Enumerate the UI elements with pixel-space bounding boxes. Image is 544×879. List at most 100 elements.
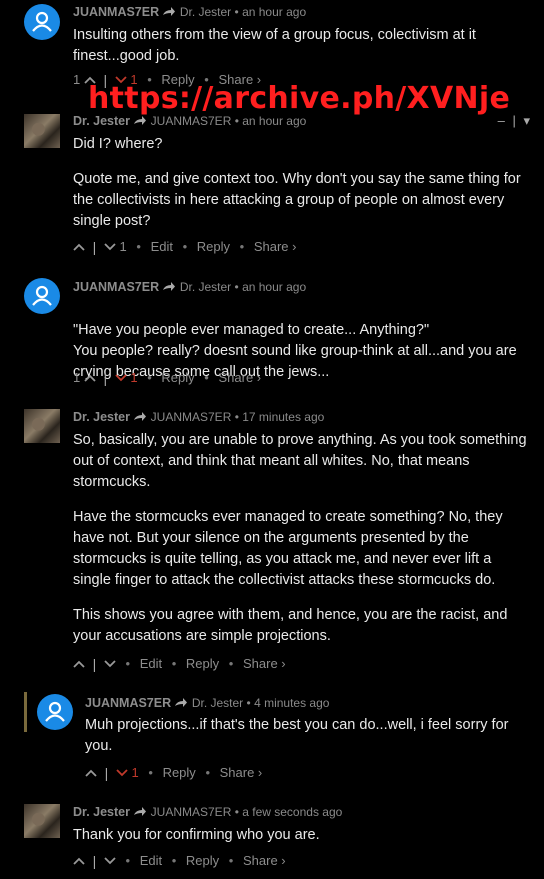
downvote-button[interactable] xyxy=(104,239,116,254)
upvote-button[interactable] xyxy=(73,656,85,671)
vote-divider: | xyxy=(104,764,109,781)
reply-target[interactable]: JUANMAS7ER xyxy=(151,114,232,128)
collapse-button[interactable]: – xyxy=(498,113,505,128)
comment-header: JUANMAS7ER Dr. Jester • 4 minutes ago xyxy=(85,696,329,710)
reply-button[interactable]: Reply xyxy=(186,853,219,868)
highlight-bar xyxy=(24,692,27,732)
comment-header: Dr. Jester JUANMAS7ER • an hour ago xyxy=(73,114,306,128)
comment-actions: | 1 • Reply • Share › xyxy=(85,764,262,781)
user-icon xyxy=(32,285,52,306)
share-button[interactable]: Share › xyxy=(254,239,297,254)
collapse-controls: – | ▾ xyxy=(498,113,530,129)
edit-button[interactable]: Edit xyxy=(151,239,173,254)
comment-body: So, basically, you are unable to prove a… xyxy=(73,430,528,661)
avatar[interactable] xyxy=(24,114,60,148)
comment-paragraph: Insulting others from the view of a grou… xyxy=(73,27,476,64)
chevron-up-icon xyxy=(84,374,96,382)
author-name[interactable]: JUANMAS7ER xyxy=(73,280,159,294)
reply-arrow-icon xyxy=(134,412,147,421)
comment-header: JUANMAS7ER Dr. Jester • an hour ago xyxy=(73,280,306,294)
reply-arrow-icon xyxy=(134,116,147,125)
downvote-button[interactable] xyxy=(115,370,127,385)
collapse-divider: | xyxy=(512,113,516,128)
reply-arrow-icon xyxy=(134,807,147,816)
upvote-count: 1 xyxy=(73,370,81,386)
timestamp[interactable]: • an hour ago xyxy=(235,280,307,294)
comment-actions: 1 | 1 • Reply • Share › xyxy=(73,369,262,386)
vote-divider: | xyxy=(92,655,97,672)
downvote-count: 1 xyxy=(131,765,139,781)
downvote-button[interactable] xyxy=(104,853,116,868)
reply-arrow-icon xyxy=(163,282,176,291)
chevron-down-icon xyxy=(104,243,116,251)
upvote-button[interactable] xyxy=(84,370,96,385)
edit-button[interactable]: Edit xyxy=(140,853,162,868)
comment-actions: | 1 • Edit • Reply • Share › xyxy=(73,238,296,255)
upvote-button[interactable] xyxy=(73,239,85,254)
timestamp[interactable]: • 17 minutes ago xyxy=(235,410,325,424)
share-button[interactable]: Share › xyxy=(218,370,261,385)
upvote-button[interactable] xyxy=(73,853,85,868)
chevron-down-icon xyxy=(116,769,128,777)
comment-body: "Have you people ever managed to create.… xyxy=(73,299,535,418)
reply-button[interactable]: Reply xyxy=(161,370,194,385)
author-name[interactable]: Dr. Jester xyxy=(73,805,130,819)
chevron-up-icon xyxy=(73,243,85,251)
comment-paragraph: This shows you agree with them, and henc… xyxy=(73,607,508,644)
author-name[interactable]: JUANMAS7ER xyxy=(85,696,171,710)
share-button[interactable]: Share › xyxy=(243,656,286,671)
comment-paragraph: So, basically, you are unable to prove a… xyxy=(73,432,527,490)
downvote-count: 1 xyxy=(130,370,138,386)
upvote-count: 1 xyxy=(73,72,81,88)
comment-paragraph: Quote me, and give context too. Why don'… xyxy=(73,171,521,229)
vote-divider: | xyxy=(92,852,97,869)
share-button[interactable]: Share › xyxy=(220,765,263,780)
chevron-up-icon xyxy=(73,857,85,865)
reply-target[interactable]: JUANMAS7ER xyxy=(151,410,232,424)
comment-paragraph: Have the stormcucks ever managed to crea… xyxy=(73,509,503,588)
upvote-button[interactable] xyxy=(85,765,97,780)
timestamp[interactable]: • an hour ago xyxy=(235,5,307,19)
avatar[interactable] xyxy=(37,694,73,730)
reply-button[interactable]: Reply xyxy=(186,656,219,671)
timestamp[interactable]: • 4 minutes ago xyxy=(247,696,330,710)
reply-target[interactable]: Dr. Jester xyxy=(192,696,243,710)
menu-caret-icon[interactable]: ▾ xyxy=(523,113,530,128)
timestamp[interactable]: • an hour ago xyxy=(235,114,307,128)
chevron-down-icon xyxy=(104,857,116,865)
reply-target[interactable]: Dr. Jester xyxy=(180,280,231,294)
vote-divider: | xyxy=(103,369,108,386)
chevron-up-icon xyxy=(85,769,97,777)
comment-header: Dr. Jester JUANMAS7ER • 17 minutes ago xyxy=(73,410,324,424)
timestamp[interactable]: • a few seconds ago xyxy=(235,805,343,819)
share-button[interactable]: Share › xyxy=(243,853,286,868)
avatar[interactable] xyxy=(24,409,60,443)
reply-arrow-icon xyxy=(175,698,188,707)
author-name[interactable]: JUANMAS7ER xyxy=(73,5,159,19)
edit-button[interactable]: Edit xyxy=(140,656,162,671)
chevron-down-icon xyxy=(104,660,116,668)
comment-actions: | • Edit • Reply • Share › xyxy=(73,655,286,672)
comment-header: Dr. Jester JUANMAS7ER • a few seconds ag… xyxy=(73,805,342,819)
reply-button[interactable]: Reply xyxy=(163,765,196,780)
user-icon xyxy=(45,701,65,722)
avatar[interactable] xyxy=(24,278,60,314)
vote-divider: | xyxy=(92,238,97,255)
chevron-up-icon xyxy=(73,660,85,668)
reply-target[interactable]: JUANMAS7ER xyxy=(151,805,232,819)
comment-actions: | • Edit • Reply • Share › xyxy=(73,852,286,869)
reply-button[interactable]: Reply xyxy=(197,239,230,254)
reply-target[interactable]: Dr. Jester xyxy=(180,5,231,19)
comment-header: JUANMAS7ER Dr. Jester • an hour ago xyxy=(73,5,306,19)
downvote-button[interactable] xyxy=(104,656,116,671)
archive-watermark: https://archive.ph/XVNje xyxy=(88,81,511,116)
avatar[interactable] xyxy=(24,4,60,40)
author-name[interactable]: Dr. Jester xyxy=(73,114,130,128)
comment-body: Muh projections...if that's the best you… xyxy=(85,715,530,771)
comment-paragraph: Did I? where? xyxy=(73,136,163,152)
reply-arrow-icon xyxy=(163,7,176,16)
author-name[interactable]: Dr. Jester xyxy=(73,410,130,424)
avatar[interactable] xyxy=(24,804,60,838)
comment-paragraph: Muh projections...if that's the best you… xyxy=(85,717,509,754)
downvote-button[interactable] xyxy=(116,765,128,780)
